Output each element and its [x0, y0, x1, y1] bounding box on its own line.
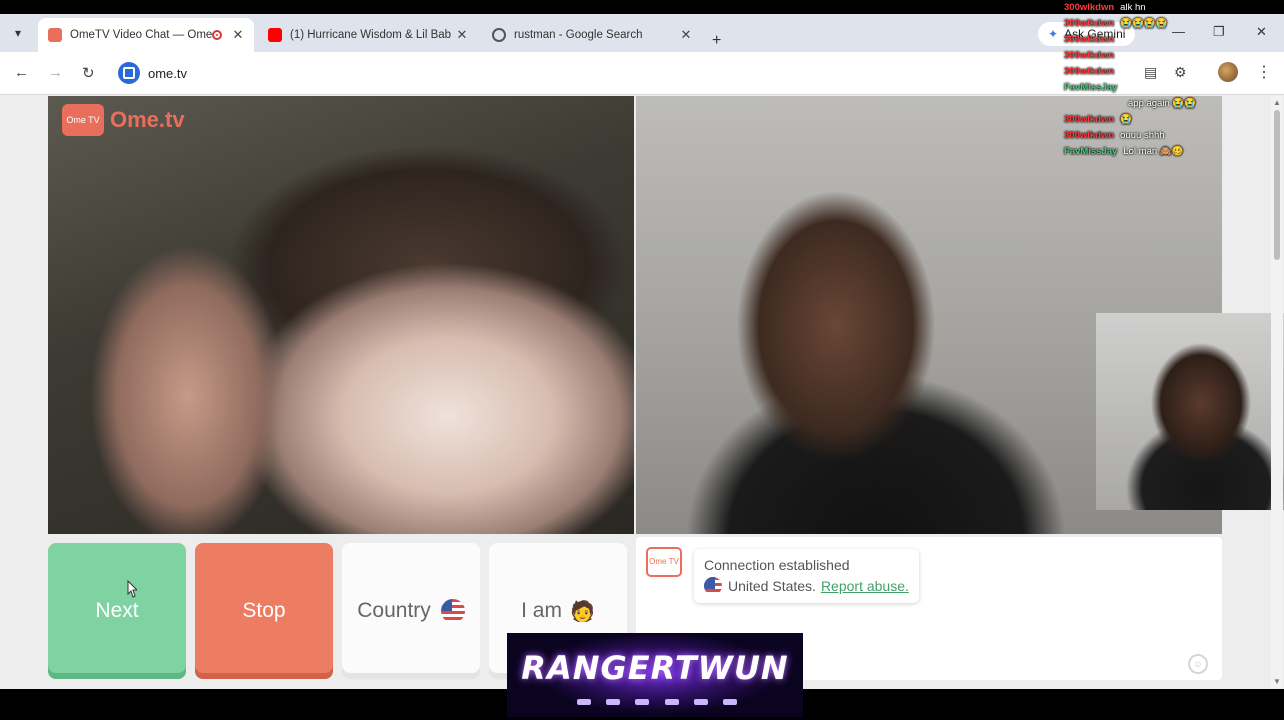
close-tab-icon[interactable]: ✕	[678, 27, 694, 43]
google-favicon-icon	[492, 28, 506, 42]
tab-ometv[interactable]: OmeTV Video Chat — Ome ✕	[38, 18, 254, 52]
site-info-icon[interactable]	[118, 62, 140, 84]
gender-label: I am	[521, 599, 562, 622]
ometv-logo-text: Ome.tv	[110, 107, 185, 132]
us-flag-icon	[704, 577, 722, 595]
stranger-video	[48, 96, 634, 534]
social-icon	[606, 699, 621, 705]
connection-message: Connection established United States. Re…	[694, 549, 919, 603]
stranger-country: United States.	[728, 578, 816, 594]
stream-chat-line: app again 😭😭	[1064, 96, 1282, 112]
mouse-cursor-icon	[127, 580, 137, 598]
back-arrow-icon[interactable]: ←	[14, 64, 29, 81]
social-icons	[577, 699, 737, 707]
url-field[interactable]: ome.tv	[148, 66, 187, 81]
chat-message: 😭	[1120, 114, 1133, 125]
tab-google-search[interactable]: rustman - Google Search ✕	[482, 18, 702, 52]
chat-username: 300wlkdwn	[1064, 34, 1115, 45]
reload-icon[interactable]: ↻	[82, 64, 95, 82]
stream-chat-line: 300wlkdwn alk hn	[1064, 0, 1282, 16]
chat-message: 😭😭😭😭	[1120, 18, 1168, 29]
chat-message: ouuu shhh	[1120, 130, 1165, 141]
forward-arrow-icon[interactable]: →	[48, 64, 63, 81]
stream-chat-line: 300wlkdwn 😭	[1064, 112, 1282, 128]
stream-chat-line: 300wlkdwn ouuu shhh	[1064, 128, 1282, 144]
country-label: Country	[357, 599, 431, 622]
us-flag-icon	[440, 599, 465, 623]
streamer-webcam-overlay	[1096, 313, 1284, 510]
chat-username: 300wlkdwn	[1064, 18, 1115, 29]
next-button[interactable]: Next	[48, 543, 186, 679]
stop-button[interactable]: Stop	[195, 543, 333, 679]
stream-chat-line: 300wlkdwn	[1064, 32, 1282, 48]
stream-chat-line: 300wlkdwn	[1064, 48, 1282, 64]
tab-title: (1) Hurricane Wisdom & Lil Bab	[290, 29, 452, 41]
report-abuse-link[interactable]: Report abuse.	[821, 578, 909, 594]
ometv-logo-box: Ome TV	[62, 104, 104, 136]
youtube-favicon-icon	[268, 28, 282, 42]
chat-username: 300wlkdwn	[1064, 50, 1115, 61]
ometv-chat-logo-icon: Ome TV	[646, 547, 682, 577]
close-tab-icon[interactable]: ✕	[454, 27, 470, 43]
new-tab-button[interactable]: +	[712, 32, 721, 50]
gemini-sparkle-icon: ✦	[1048, 27, 1059, 41]
chat-username: 300wlkdwn	[1064, 66, 1115, 77]
tab-youtube[interactable]: (1) Hurricane Wisdom & Lil Bab ✕	[258, 18, 478, 52]
stream-chat-overlay: 300wlkdwn alk hn 300wlkdwn 😭😭😭😭 300wlkdwn 300…	[1064, 0, 1282, 160]
chat-username: 300wlkdwn	[1064, 2, 1115, 13]
chat-username: FavMissJay	[1064, 82, 1118, 93]
chat-username: 300wlkdwn	[1064, 114, 1115, 125]
stream-chat-line: 300wlkdwn 😭😭😭😭	[1064, 16, 1282, 32]
stream-chat-line: 300wlkdwn	[1064, 64, 1282, 80]
tab-title: rustman - Google Search	[514, 29, 643, 41]
chat-message: alk hn	[1120, 2, 1146, 13]
gender-emoji-icon: 🧑	[569, 600, 595, 623]
page-scrollbar[interactable]: ▲ ▼	[1271, 96, 1283, 688]
tab-title: OmeTV Video Chat — Ome	[70, 29, 212, 41]
chat-username: FavMissJay	[1064, 146, 1118, 157]
connection-status: Connection established	[704, 557, 850, 573]
country-button[interactable]: Country	[342, 543, 480, 679]
chat-message: Lol man 🙈🥴	[1123, 146, 1184, 157]
social-icon	[635, 699, 650, 705]
social-icon	[577, 699, 591, 705]
scroll-down-icon[interactable]: ▼	[1273, 677, 1281, 686]
social-icon	[693, 699, 708, 705]
emoji-smile-icon[interactable]: ☺	[1188, 654, 1208, 674]
next-label: Next	[95, 599, 139, 622]
chat-message: app again 😭😭	[1128, 98, 1197, 109]
tab-search-chevron-icon[interactable]: ▾	[6, 22, 30, 44]
chat-username: 300wlkdwn	[1064, 130, 1115, 141]
close-tab-icon[interactable]: ✕	[230, 27, 246, 43]
recording-icon	[212, 30, 222, 40]
social-icon	[664, 699, 679, 705]
stop-label: Stop	[242, 599, 286, 622]
social-icon	[722, 699, 737, 705]
streamer-name: RANGERTWUN	[521, 649, 789, 687]
stream-chat-line: FavMissJay Lol man 🙈🥴	[1064, 144, 1282, 160]
stream-chat-line: FavMissJay	[1064, 80, 1282, 96]
streamer-banner: RANGERTWUN	[507, 633, 803, 717]
ometv-favicon-icon	[48, 28, 62, 42]
ometv-logo: Ome TV Ome.tv	[62, 104, 185, 136]
